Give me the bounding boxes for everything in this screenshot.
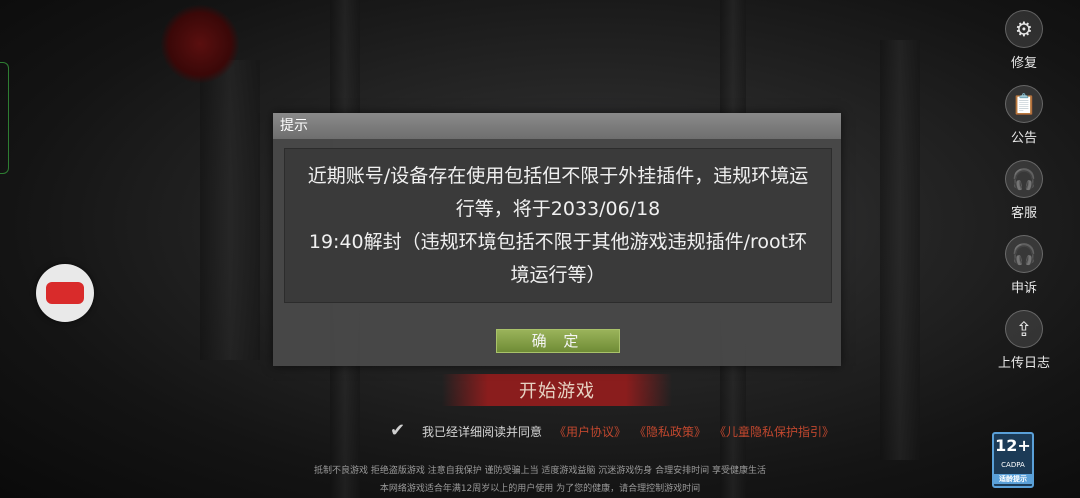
health-notice-line2: 本网络游戏适合年满12周岁以上的用户使用 为了您的健康，请合理控制游戏时间 bbox=[379, 484, 701, 494]
agree-checkbox[interactable]: ✔ bbox=[390, 422, 412, 440]
dialog-message-line: 近期账号/设备存在使用包括但不限于外挂插件，违规环境运 bbox=[307, 164, 809, 187]
side-item-announcement[interactable]: 📋 公告 bbox=[996, 85, 1052, 146]
upload-icon: ⇪ bbox=[1005, 310, 1043, 348]
confirm-button[interactable]: 确 定 bbox=[496, 329, 620, 353]
age-rating: 12+ bbox=[995, 436, 1031, 455]
user-agreement-link[interactable]: 《用户协议》 bbox=[554, 423, 626, 440]
game-logo bbox=[160, 4, 240, 84]
side-item-customer-service[interactable]: 🎧 客服 bbox=[996, 160, 1052, 221]
side-item-upload-log[interactable]: ⇪ 上传日志 bbox=[996, 310, 1052, 371]
assistant-icon bbox=[46, 282, 84, 304]
dialog-message: 近期账号/设备存在使用包括但不限于外挂插件，违规环境运 行等，将于2033/06… bbox=[284, 148, 832, 303]
side-item-repair[interactable]: ⚙ 修复 bbox=[996, 10, 1052, 71]
floating-assistant-button[interactable] bbox=[36, 264, 94, 322]
dialog-title: 提示 bbox=[273, 113, 841, 139]
age-tip: 适龄提示 bbox=[994, 474, 1032, 484]
side-item-label: 公告 bbox=[1010, 131, 1037, 146]
appeal-headset-icon: 🎧 bbox=[1005, 235, 1043, 273]
side-item-label: 上传日志 bbox=[997, 356, 1050, 371]
agreement-row: ✔ 我已经详细阅读并同意 《用户协议》 《隐私政策》 《儿童隐私保护指引》 bbox=[390, 422, 842, 440]
side-item-label: 客服 bbox=[1010, 206, 1037, 221]
dialog-message-line: 行等，将于2033/06/18 bbox=[455, 197, 661, 220]
notice-dialog: 提示 近期账号/设备存在使用包括但不限于外挂插件，违规环境运 行等，将于2033… bbox=[273, 113, 841, 366]
dialog-message-line: 19:40解封（违规环境包括不限于其他游戏违规插件/root环 bbox=[308, 230, 808, 253]
gear-icon: ⚙ bbox=[1005, 10, 1043, 48]
privacy-policy-link[interactable]: 《隐私政策》 bbox=[634, 423, 706, 440]
health-notice-line1: 抵制不良游戏 拒绝盗版游戏 注意自我保护 谨防受骗上当 适度游戏益脑 沉迷游戏伤… bbox=[313, 466, 767, 476]
side-item-label: 申诉 bbox=[1010, 281, 1037, 296]
side-item-appeal[interactable]: 🎧 申诉 bbox=[996, 235, 1052, 296]
announcement-icon: 📋 bbox=[1005, 85, 1043, 123]
rating-org: CADPA bbox=[1001, 460, 1025, 469]
start-game-button[interactable]: 开始游戏 bbox=[442, 374, 672, 406]
left-edge-handle[interactable] bbox=[0, 62, 9, 174]
age-rating-badge[interactable]: 12+ CADPA 适龄提示 bbox=[992, 432, 1034, 488]
side-item-label: 修复 bbox=[1010, 56, 1037, 71]
child-privacy-link[interactable]: 《儿童隐私保护指引》 bbox=[714, 423, 834, 440]
agreement-text: 我已经详细阅读并同意 bbox=[422, 424, 543, 439]
side-menu: ⚙ 修复 📋 公告 🎧 客服 🎧 申诉 ⇪ 上传日志 bbox=[996, 10, 1052, 385]
headset-icon: 🎧 bbox=[1005, 160, 1043, 198]
dialog-message-line: 境运行等） bbox=[510, 263, 606, 286]
